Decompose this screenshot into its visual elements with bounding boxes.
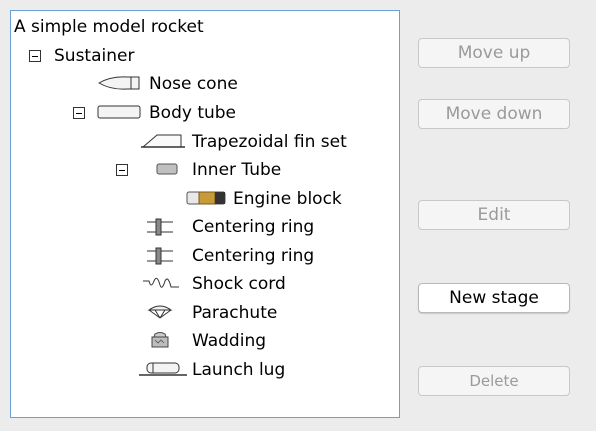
component-tree[interactable]: A simple model rocket Sustainer Nose con… [10,10,400,418]
move-up-button-label: Move up [457,43,531,63]
nose-cone-icon [98,76,140,90]
delete-button-label: Delete [469,372,519,390]
new-stage-button[interactable]: New stage [418,283,570,313]
tree-root-label: A simple model rocket [14,17,204,37]
tree-node-centering-ring-1[interactable]: Centering ring [192,214,314,240]
tree-node-engine-block[interactable]: Engine block [233,186,342,212]
body-tube-icon [97,105,141,119]
edit-button-label: Edit [477,205,511,225]
tree-node-inner-tube[interactable]: Inner Tube [192,157,281,183]
tree-node-label: Sustainer [54,46,135,66]
tree-node-wadding[interactable]: Wadding [192,328,266,354]
edit-button[interactable]: Edit [418,200,570,230]
tree-root[interactable]: A simple model rocket [14,14,204,40]
tree-node-launch-lug[interactable]: Launch lug [192,357,285,383]
inner-tube-icon [156,163,178,175]
tree-node-label: Inner Tube [192,160,282,180]
tree-node-label: Trapezoidal fin set [192,132,347,152]
tree-node-label: Shock cord [192,274,286,294]
tree-node-parachute[interactable]: Parachute [192,300,277,326]
new-stage-button-label: New stage [449,288,539,308]
tree-node-label: Parachute [192,303,278,323]
tree-node-label: Wadding [192,331,267,351]
tree-node-label: Body tube [149,103,237,123]
move-up-button[interactable]: Move up [418,38,570,68]
tree-node-shock-cord[interactable]: Shock cord [192,271,286,297]
shock-cord-icon [143,277,179,288]
fin-set-icon [141,134,185,148]
engine-block-icon [186,191,226,205]
move-down-button-label: Move down [445,104,543,124]
centering-ring-icon [147,247,173,265]
tree-node-label: Centering ring [192,217,315,237]
launch-lug-icon [139,362,187,376]
parachute-icon [147,305,173,319]
delete-button[interactable]: Delete [418,366,570,396]
collapse-toggle-body-tube[interactable] [73,107,85,119]
tree-node-label: Engine block [233,189,342,209]
tree-node-label: Centering ring [192,246,315,266]
tree-node-nose-cone[interactable]: Nose cone [149,71,238,97]
tree-node-body-tube[interactable]: Body tube [149,100,236,126]
tree-node-label: Nose cone [149,74,238,94]
centering-ring-icon [147,218,173,236]
tree-node-fin-set[interactable]: Trapezoidal fin set [192,129,347,155]
collapse-toggle-sustainer[interactable] [29,50,41,62]
wadding-icon [151,332,169,348]
tree-node-sustainer[interactable]: Sustainer [54,43,134,69]
tree-node-label: Launch lug [192,360,286,380]
tree-node-centering-ring-2[interactable]: Centering ring [192,243,314,269]
collapse-toggle-inner-tube[interactable] [116,164,128,176]
move-down-button[interactable]: Move down [418,99,570,129]
